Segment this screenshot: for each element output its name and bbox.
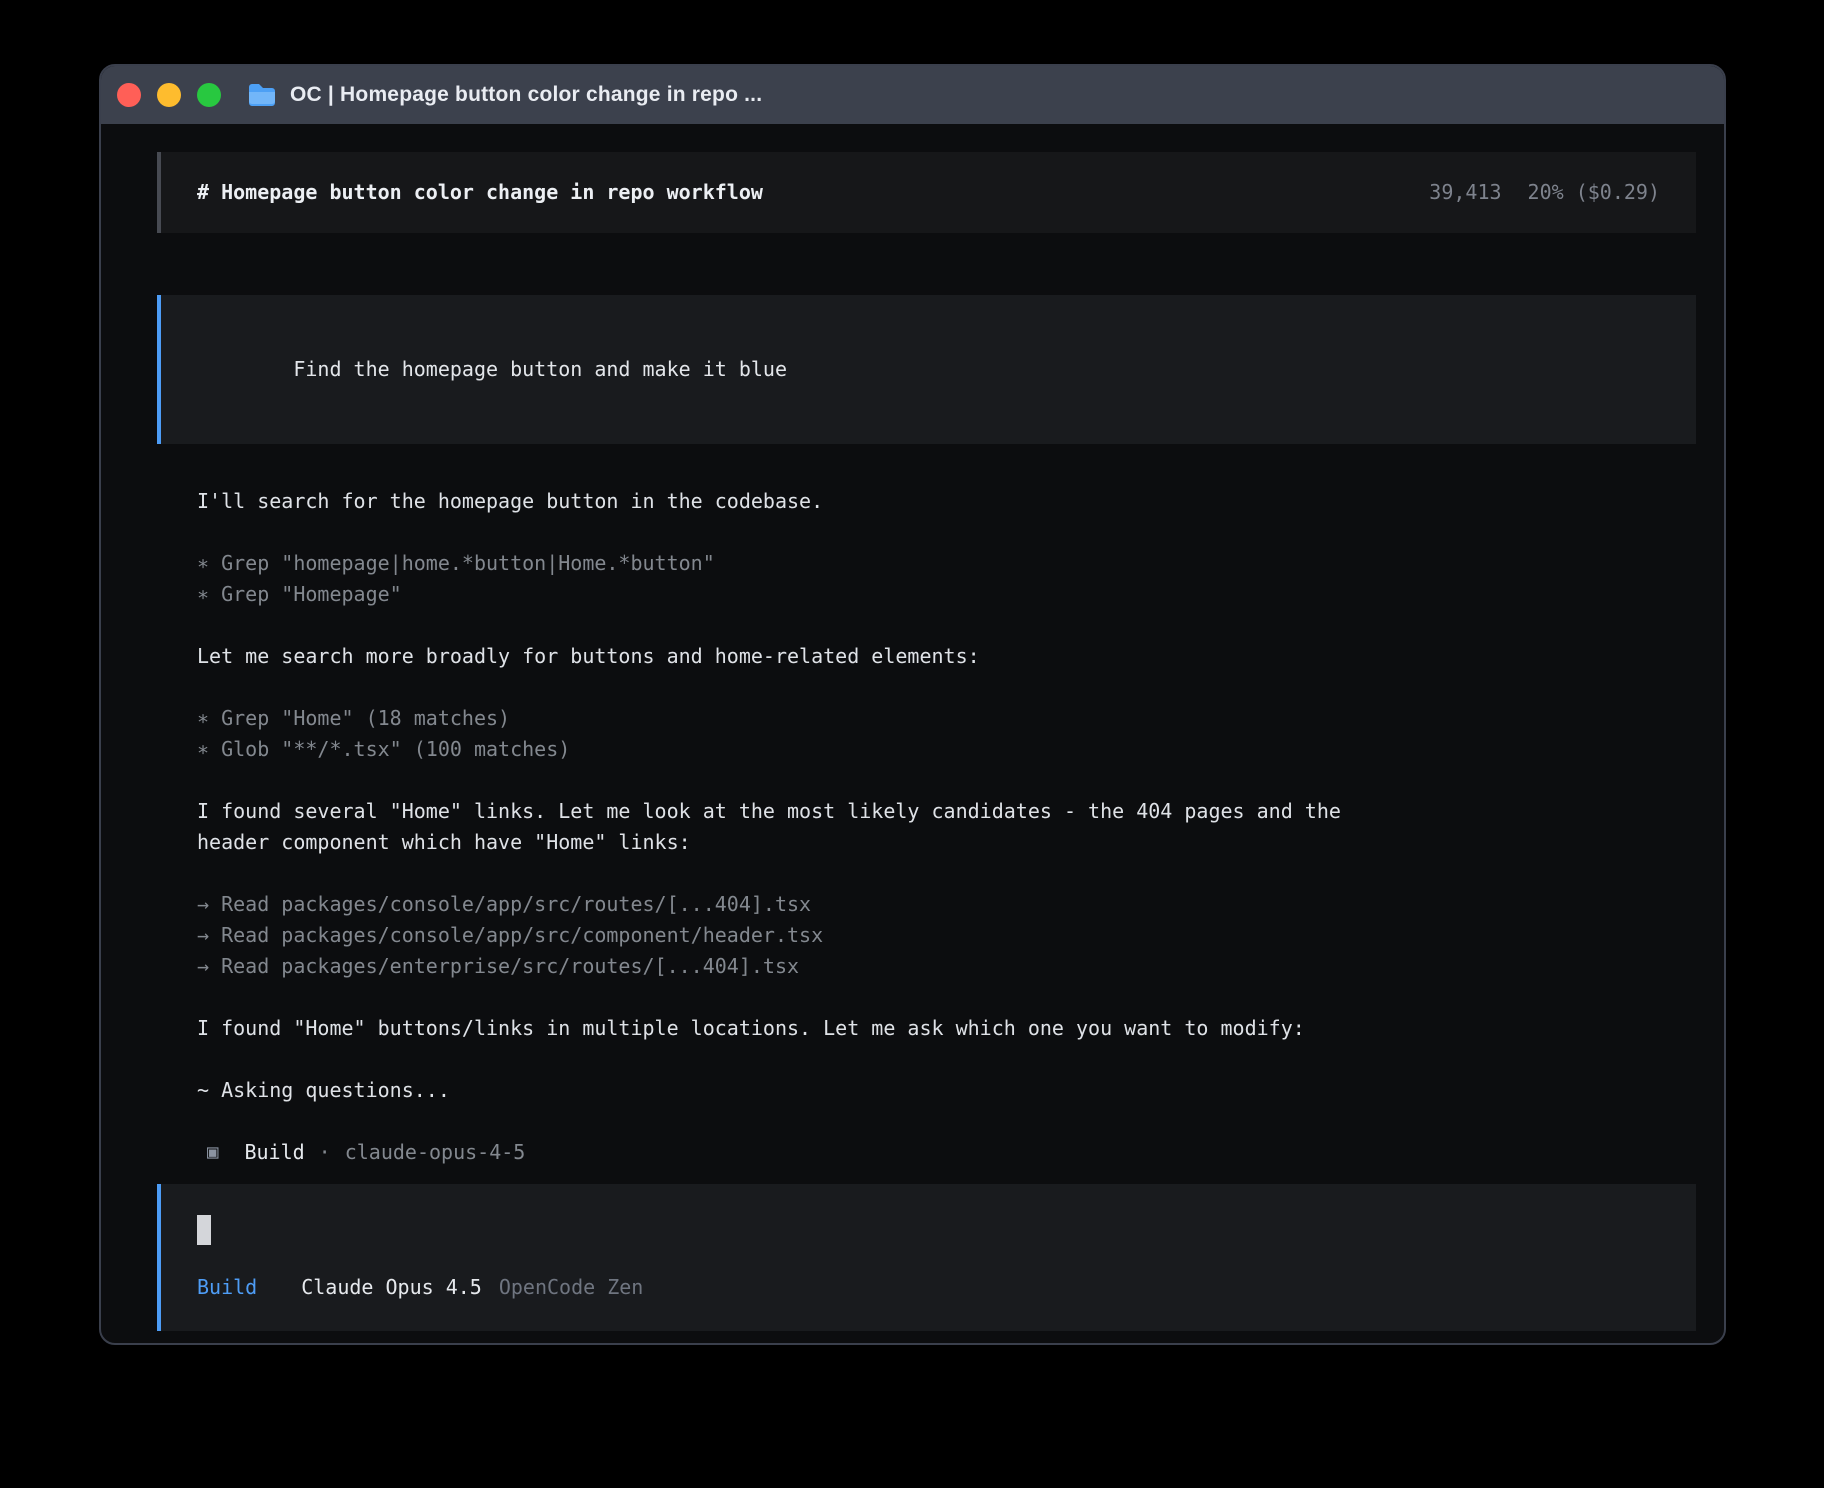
user-message: Find the homepage button and make it blu… (157, 295, 1696, 444)
tool-call-line: → Read packages/enterprise/src/routes/[.… (197, 951, 1696, 982)
token-count: 39,413 (1429, 177, 1501, 208)
assistant-paragraph: Let me search more broadly for buttons a… (197, 641, 1696, 672)
agent-icon: ▣ (197, 1137, 218, 1168)
tool-call-group: ∗ Grep "Home" (18 matches) ∗ Glob "**/*.… (197, 703, 1696, 765)
input-line (197, 1214, 1660, 1245)
agent-model: claude-opus-4-5 (345, 1137, 526, 1168)
tool-call-line: ∗ Grep "homepage|home.*button|Home.*butt… (197, 548, 1696, 579)
model-provider-label: OpenCode Zen (499, 1272, 644, 1303)
assistant-paragraph: I found "Home" buttons/links in multiple… (197, 1013, 1696, 1044)
session-stats: 39,413 20% ($0.29) (1429, 177, 1660, 208)
assistant-paragraph: I'll search for the homepage button in t… (197, 486, 1696, 517)
minimize-button[interactable] (157, 83, 181, 107)
tool-call-line: ∗ Grep "Homepage" (197, 579, 1696, 610)
agent-separator: · (319, 1137, 331, 1168)
close-button[interactable] (117, 83, 141, 107)
zoom-button[interactable] (197, 83, 221, 107)
agent-name: Build (244, 1137, 304, 1168)
opencode-terminal-window: OC | Homepage button color change in rep… (99, 64, 1726, 1345)
assistant-paragraph: I found several "Home" links. Let me loo… (197, 796, 1387, 858)
terminal-content: # Homepage button color change in repo w… (101, 124, 1724, 1345)
tool-call-group: ∗ Grep "homepage|home.*button|Home.*butt… (197, 548, 1696, 610)
folder-icon (247, 82, 277, 108)
tool-call-line: ∗ Glob "**/*.tsx" (100 matches) (197, 734, 1696, 765)
text-cursor (197, 1215, 211, 1245)
tool-call-group: → Read packages/console/app/src/routes/[… (197, 889, 1696, 982)
window-title: OC | Homepage button color change in rep… (290, 83, 762, 107)
session-title: # Homepage button color change in repo w… (197, 177, 763, 208)
active-model-label: Claude Opus 4.5 (301, 1272, 482, 1303)
assistant-response: I'll search for the homepage button in t… (157, 486, 1696, 1168)
tool-call-line: → Read packages/console/app/src/componen… (197, 920, 1696, 951)
titlebar[interactable]: OC | Homepage button color change in rep… (101, 66, 1724, 124)
user-message-text: Find the homepage button and make it blu… (293, 357, 787, 381)
session-header: # Homepage button color change in repo w… (157, 152, 1696, 233)
prompt-input[interactable]: Build Claude Opus 4.5 OpenCode Zen (157, 1184, 1696, 1331)
tool-call-line: → Read packages/console/app/src/routes/[… (197, 889, 1696, 920)
context-usage: 20% ($0.29) (1528, 177, 1660, 208)
agent-status-line: ▣ Build · claude-opus-4-5 (197, 1137, 1696, 1168)
input-status-line: Build Claude Opus 4.5 OpenCode Zen (197, 1272, 1660, 1303)
tool-call-line: ∗ Grep "Home" (18 matches) (197, 703, 1696, 734)
assistant-status: ~ Asking questions... (197, 1075, 1696, 1106)
active-agent-label: Build (197, 1272, 257, 1303)
traffic-lights (117, 83, 221, 107)
